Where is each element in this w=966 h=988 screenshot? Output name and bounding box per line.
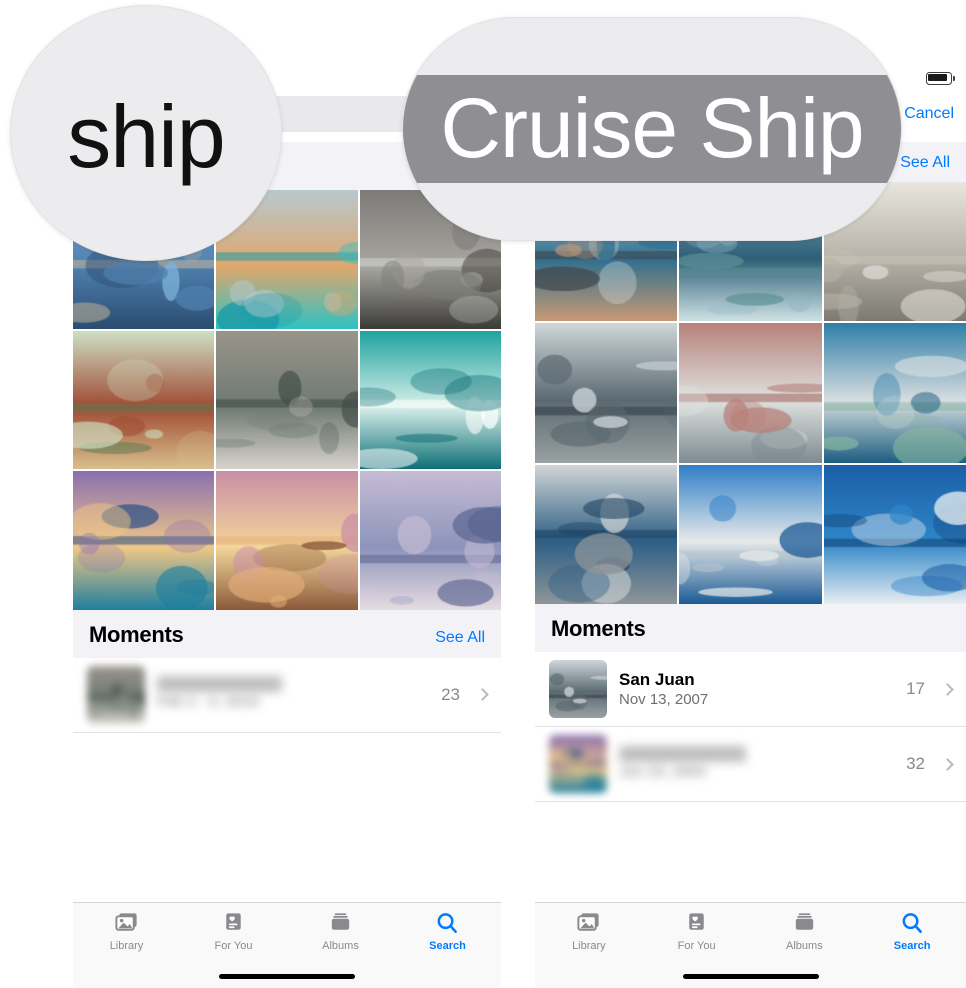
tab-search[interactable]: Search bbox=[394, 911, 501, 952]
moment-title bbox=[619, 746, 746, 763]
child-fishing-on-pier-image bbox=[216, 330, 358, 469]
magnified-query-text: ship bbox=[67, 87, 225, 186]
moment-thumbnail bbox=[549, 735, 607, 794]
moment-date: Feb 2 - 4, 2019 bbox=[157, 693, 259, 711]
moments-list-right[interactable]: San Juan Nov 13, 2007 17 Jun 23, 2004 32 bbox=[535, 652, 966, 803]
moments-list-left[interactable]: Feb 2 - 4, 2019 23 bbox=[73, 657, 501, 733]
photos-icon bbox=[577, 913, 599, 931]
two-ships-dock-crowd-image bbox=[535, 323, 678, 463]
princess-ship-at-sea-image bbox=[535, 464, 678, 605]
search-icon bbox=[899, 911, 926, 936]
photo-thumbnail[interactable] bbox=[216, 471, 358, 610]
tab-albums[interactable]: Albums bbox=[287, 911, 394, 952]
search-query-magnifier: ship bbox=[10, 5, 282, 261]
moment-text-block: Feb 2 - 4, 2019 bbox=[157, 676, 429, 712]
tab-label: Library bbox=[109, 940, 144, 952]
home-indicator-left bbox=[219, 974, 355, 979]
tab-label: Albums bbox=[786, 940, 823, 952]
tab-label: Library bbox=[572, 940, 606, 952]
photo-thumbnail[interactable] bbox=[359, 330, 501, 469]
tab-for-you[interactable]: For You bbox=[643, 911, 751, 952]
albums-icon bbox=[331, 913, 350, 930]
tab-label: For You bbox=[214, 940, 253, 952]
moment-list-item[interactable]: San Juan Nov 13, 2007 17 bbox=[535, 652, 966, 728]
venice-gondolas-sunset-image bbox=[73, 471, 215, 610]
photo-thumbnail[interactable] bbox=[216, 330, 358, 469]
moment-title: San Juan bbox=[619, 669, 695, 689]
moment-text-block: San Juan Nov 13, 2007 bbox=[619, 669, 894, 711]
moment-photo-count: 32 bbox=[906, 754, 925, 774]
search-icon bbox=[437, 913, 457, 933]
foryou-icon bbox=[226, 913, 241, 930]
photos-icon bbox=[113, 911, 140, 936]
foryou-icon bbox=[683, 911, 710, 936]
moment-photo-count: 17 bbox=[906, 679, 925, 699]
photos-icon bbox=[115, 913, 137, 931]
tab-label: Albums bbox=[322, 940, 359, 952]
tab-label: Search bbox=[893, 940, 931, 952]
grace-and-jeanne-on-the-dock-image bbox=[73, 330, 215, 469]
battery-icon bbox=[926, 72, 956, 85]
screenshot-canvas: ship × Cancel 64 Photos See All Moments … bbox=[0, 0, 966, 988]
foryou-icon bbox=[220, 911, 247, 936]
tab-search[interactable]: Search bbox=[858, 911, 966, 952]
photo-thumbnail[interactable] bbox=[823, 464, 966, 605]
photo-thumbnail[interactable] bbox=[679, 464, 822, 605]
ships-at-red-pier-image bbox=[679, 323, 822, 463]
photo-thumbnail[interactable] bbox=[359, 471, 501, 610]
moment-text-block: Jun 23, 2004 bbox=[619, 746, 894, 782]
moment-date: Jun 23, 2004 bbox=[619, 763, 706, 781]
liner-blue-sky-image bbox=[679, 464, 822, 605]
photo-thumbnail[interactable] bbox=[535, 323, 678, 463]
ferry-aerial-wake-image bbox=[823, 464, 966, 605]
tab-albums[interactable]: Albums bbox=[751, 911, 859, 952]
chevron-right-icon bbox=[941, 758, 954, 771]
moments-section-title: Moments bbox=[551, 616, 646, 642]
photo-thumbnail[interactable] bbox=[535, 464, 678, 605]
deck-glass-dome-image bbox=[823, 323, 966, 463]
moment-list-item[interactable]: Jun 23, 2004 32 bbox=[535, 727, 966, 803]
lone-boat-misty-lake-image bbox=[359, 471, 501, 610]
tab-library[interactable]: Library bbox=[535, 911, 643, 952]
tab-for-you[interactable]: For You bbox=[180, 911, 287, 952]
cancel-button-right[interactable]: Cancel bbox=[904, 105, 954, 123]
home-indicator-right bbox=[682, 974, 819, 979]
moment-thumbnail bbox=[87, 665, 145, 724]
magnified-token-text: Cruise Ship bbox=[403, 75, 901, 183]
moments-section-header-right: Moments bbox=[535, 604, 966, 653]
photo-grid-right[interactable] bbox=[535, 182, 966, 605]
photo-thumbnail[interactable] bbox=[823, 323, 966, 463]
photo-thumbnail[interactable] bbox=[73, 330, 215, 469]
fishing-boat-sunset-beach-image bbox=[216, 471, 358, 610]
moments-section-title: Moments bbox=[89, 621, 184, 647]
chevron-right-icon bbox=[941, 683, 954, 696]
search-icon bbox=[434, 911, 461, 936]
search-token-magnifier: Cruise Ship bbox=[402, 17, 902, 241]
tab-label: For You bbox=[677, 940, 716, 952]
moment-thumbnail bbox=[549, 660, 607, 719]
moments-see-all-link[interactable]: See All bbox=[435, 629, 485, 647]
photos-icon bbox=[575, 911, 602, 936]
photos-see-all-link[interactable]: See All bbox=[900, 154, 950, 172]
foryou-icon bbox=[689, 913, 704, 930]
moment-photo-count: 23 bbox=[441, 684, 460, 704]
moment-date: Nov 13, 2007 bbox=[619, 690, 709, 708]
moment-title bbox=[157, 676, 283, 693]
moment-list-item[interactable]: Feb 2 - 4, 2019 23 bbox=[73, 657, 501, 733]
albums-icon bbox=[791, 911, 818, 936]
chevron-right-icon bbox=[476, 688, 489, 701]
albums-icon bbox=[327, 911, 354, 936]
tab-label: Search bbox=[429, 940, 466, 952]
albums-icon bbox=[795, 913, 814, 930]
sailboat-aerial-turquoise-image bbox=[359, 330, 501, 469]
moments-section-header-left: Moments See All bbox=[73, 609, 501, 658]
photo-thumbnail[interactable] bbox=[73, 471, 215, 610]
search-icon bbox=[902, 913, 922, 933]
photo-thumbnail[interactable] bbox=[679, 323, 822, 463]
tab-library[interactable]: Library bbox=[73, 911, 180, 952]
